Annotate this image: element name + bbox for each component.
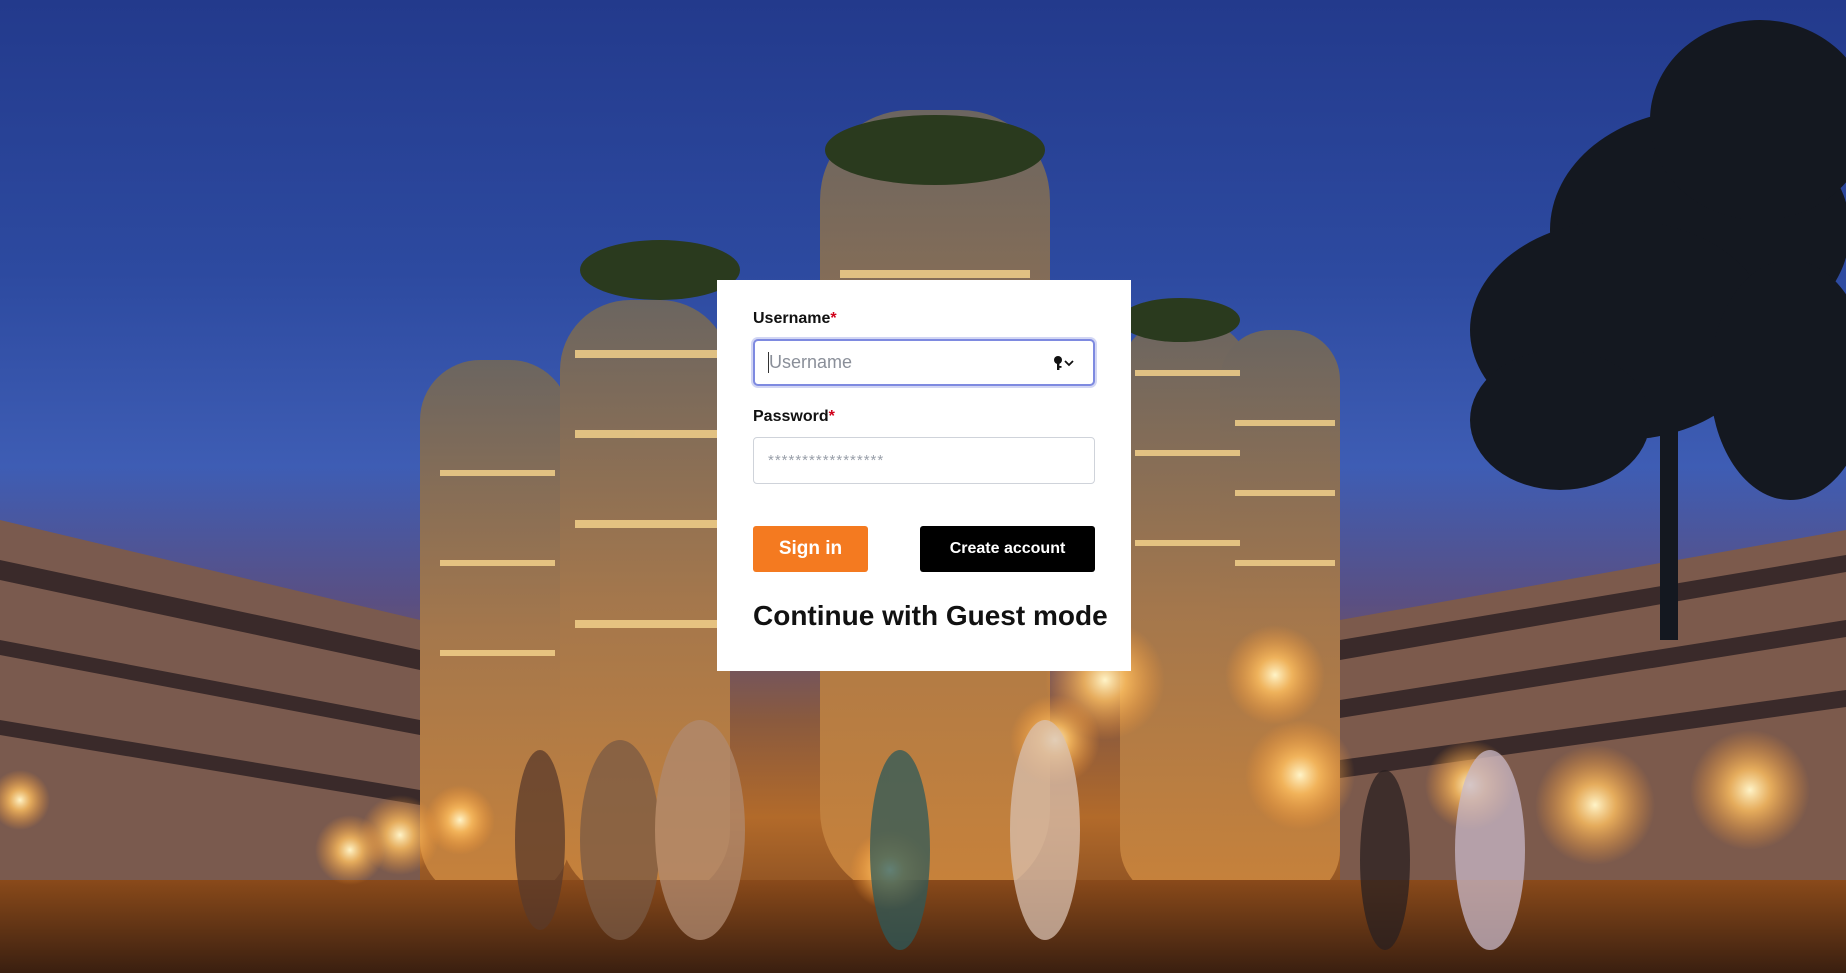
password-input[interactable] bbox=[754, 438, 1094, 483]
password-field[interactable] bbox=[753, 437, 1095, 484]
password-manager-menu[interactable] bbox=[1053, 355, 1079, 371]
sign-in-button[interactable]: Sign in bbox=[753, 526, 868, 572]
username-field[interactable] bbox=[753, 339, 1095, 386]
username-input[interactable] bbox=[755, 341, 1093, 384]
create-account-button[interactable]: Create account bbox=[920, 526, 1095, 572]
key-icon bbox=[1054, 356, 1074, 370]
password-label-text: Password bbox=[753, 408, 829, 425]
username-label: Username* bbox=[753, 310, 837, 328]
password-label: Password* bbox=[753, 408, 835, 426]
login-card: Username* Password* Sign in Create accou… bbox=[717, 280, 1131, 671]
username-required-mark: * bbox=[830, 310, 837, 327]
chevron-down-icon bbox=[1064, 360, 1074, 367]
guest-mode-link[interactable]: Continue with Guest mode bbox=[753, 600, 1108, 632]
password-required-mark: * bbox=[828, 408, 835, 425]
text-cursor bbox=[768, 352, 769, 373]
username-label-text: Username bbox=[753, 310, 831, 327]
